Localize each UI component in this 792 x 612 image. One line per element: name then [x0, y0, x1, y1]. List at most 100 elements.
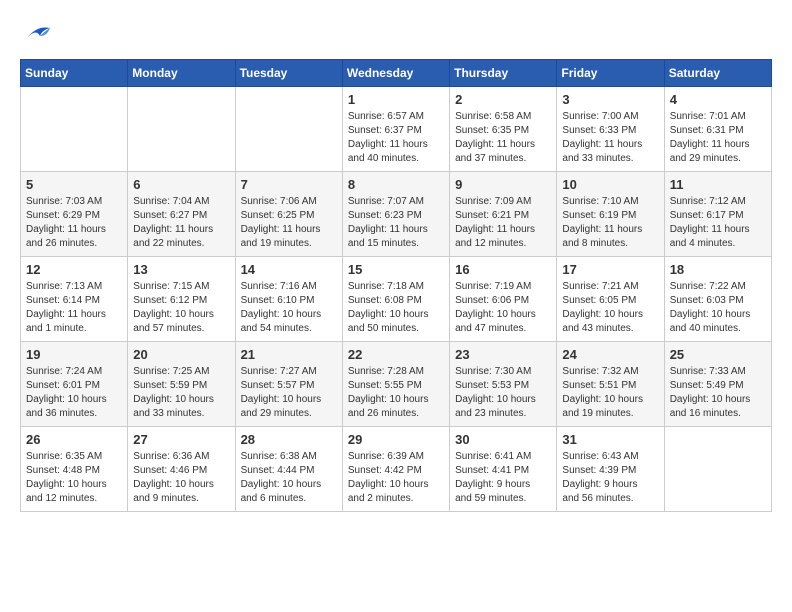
day-number: 9: [455, 177, 551, 192]
day-info: Sunrise: 6:41 AM Sunset: 4:41 PM Dayligh…: [455, 450, 551, 506]
calendar-header-row: SundayMondayTuesdayWednesdayThursdayFrid…: [21, 60, 772, 87]
calendar-week-row: 1Sunrise: 6:57 AM Sunset: 6:37 PM Daylig…: [21, 87, 772, 172]
calendar-cell: 27Sunrise: 6:36 AM Sunset: 4:46 PM Dayli…: [128, 427, 235, 512]
day-info: Sunrise: 7:09 AM Sunset: 6:21 PM Dayligh…: [455, 195, 551, 251]
day-info: Sunrise: 6:39 AM Sunset: 4:42 PM Dayligh…: [348, 450, 444, 506]
weekday-header: Wednesday: [342, 60, 449, 87]
day-info: Sunrise: 7:24 AM Sunset: 6:01 PM Dayligh…: [26, 365, 122, 421]
day-info: Sunrise: 6:58 AM Sunset: 6:35 PM Dayligh…: [455, 110, 551, 166]
day-number: 26: [26, 432, 122, 447]
calendar-cell: 3 Sunrise: 7:00 AM Sunset: 6:33 PM Daylig…: [557, 87, 664, 172]
day-info: Sunrise: 7:19 AM Sunset: 6:06 PM Dayligh…: [455, 280, 551, 336]
weekday-header: Monday: [128, 60, 235, 87]
day-info: Sunrise: 7:28 AM Sunset: 5:55 PM Dayligh…: [348, 365, 444, 421]
calendar-cell: [21, 87, 128, 172]
calendar-table: SundayMondayTuesdayWednesdayThursdayFrid…: [20, 59, 772, 512]
calendar-week-row: 19 Sunrise: 7:24 AM Sunset: 6:01 PM Dayli…: [21, 342, 772, 427]
day-info: Sunrise: 7:06 AM Sunset: 6:25 PM Dayligh…: [241, 195, 337, 251]
day-number: 16: [455, 262, 551, 277]
calendar-cell: 23 Sunrise: 7:30 AM Sunset: 5:53 PM Dayli…: [450, 342, 557, 427]
calendar-cell: 18Sunrise: 7:22 AM Sunset: 6:03 PM Dayli…: [664, 257, 771, 342]
day-number: 13: [133, 262, 229, 277]
calendar-cell: [664, 427, 771, 512]
header: [20, 20, 772, 49]
calendar-cell: 24 Sunrise: 7:32 AM Sunset: 5:51 PM Dayli…: [557, 342, 664, 427]
weekday-header: Sunday: [21, 60, 128, 87]
day-number: 19: [26, 347, 122, 362]
day-number: 29: [348, 432, 444, 447]
day-info: Sunrise: 6:35 AM Sunset: 4:48 PM Dayligh…: [26, 450, 122, 506]
calendar-cell: 8 Sunrise: 7:07 AM Sunset: 6:23 PM Daylig…: [342, 172, 449, 257]
day-info: Sunrise: 7:32 AM Sunset: 5:51 PM Dayligh…: [562, 365, 658, 421]
day-number: 15: [348, 262, 444, 277]
day-number: 5: [26, 177, 122, 192]
day-number: 7: [241, 177, 337, 192]
calendar-cell: 29 Sunrise: 6:39 AM Sunset: 4:42 PM Dayli…: [342, 427, 449, 512]
day-number: 4: [670, 92, 766, 107]
calendar-week-row: 5 Sunrise: 7:03 AM Sunset: 6:29 PM Daylig…: [21, 172, 772, 257]
logo-bird-icon: [22, 20, 52, 44]
calendar-cell: 30Sunrise: 6:41 AM Sunset: 4:41 PM Dayli…: [450, 427, 557, 512]
weekday-header: Tuesday: [235, 60, 342, 87]
day-number: 25: [670, 347, 766, 362]
day-number: 6: [133, 177, 229, 192]
calendar-cell: 26 Sunrise: 6:35 AM Sunset: 4:48 PM Dayli…: [21, 427, 128, 512]
day-info: Sunrise: 7:15 AM Sunset: 6:12 PM Dayligh…: [133, 280, 229, 336]
day-number: 12: [26, 262, 122, 277]
calendar-cell: 15 Sunrise: 7:18 AM Sunset: 6:08 PM Dayli…: [342, 257, 449, 342]
calendar-cell: 22 Sunrise: 7:28 AM Sunset: 5:55 PM Dayli…: [342, 342, 449, 427]
day-info: Sunrise: 7:10 AM Sunset: 6:19 PM Dayligh…: [562, 195, 658, 251]
day-info: Sunrise: 7:22 AM Sunset: 6:03 PM Dayligh…: [670, 280, 766, 336]
day-info: Sunrise: 7:18 AM Sunset: 6:08 PM Dayligh…: [348, 280, 444, 336]
day-number: 24: [562, 347, 658, 362]
day-info: Sunrise: 6:57 AM Sunset: 6:37 PM Dayligh…: [348, 110, 444, 166]
day-number: 3: [562, 92, 658, 107]
calendar-week-row: 12 Sunrise: 7:13 AM Sunset: 6:14 PM Dayli…: [21, 257, 772, 342]
calendar-cell: 11 Sunrise: 7:12 AM Sunset: 6:17 PM Dayli…: [664, 172, 771, 257]
calendar-cell: [235, 87, 342, 172]
day-info: Sunrise: 7:25 AM Sunset: 5:59 PM Dayligh…: [133, 365, 229, 421]
day-info: Sunrise: 7:27 AM Sunset: 5:57 PM Dayligh…: [241, 365, 337, 421]
calendar-cell: 19 Sunrise: 7:24 AM Sunset: 6:01 PM Dayli…: [21, 342, 128, 427]
logo-text: [20, 20, 52, 49]
day-info: Sunrise: 7:03 AM Sunset: 6:29 PM Dayligh…: [26, 195, 122, 251]
day-info: Sunrise: 7:12 AM Sunset: 6:17 PM Dayligh…: [670, 195, 766, 251]
weekday-header: Thursday: [450, 60, 557, 87]
day-info: Sunrise: 7:33 AM Sunset: 5:49 PM Dayligh…: [670, 365, 766, 421]
day-info: Sunrise: 6:36 AM Sunset: 4:46 PM Dayligh…: [133, 450, 229, 506]
day-number: 23: [455, 347, 551, 362]
calendar-cell: 12 Sunrise: 7:13 AM Sunset: 6:14 PM Dayli…: [21, 257, 128, 342]
weekday-header: Saturday: [664, 60, 771, 87]
day-info: Sunrise: 7:30 AM Sunset: 5:53 PM Dayligh…: [455, 365, 551, 421]
calendar-cell: [128, 87, 235, 172]
day-number: 22: [348, 347, 444, 362]
day-number: 28: [241, 432, 337, 447]
day-info: Sunrise: 7:13 AM Sunset: 6:14 PM Dayligh…: [26, 280, 122, 336]
calendar-cell: 28 Sunrise: 6:38 AM Sunset: 4:44 PM Dayli…: [235, 427, 342, 512]
weekday-header: Friday: [557, 60, 664, 87]
day-number: 21: [241, 347, 337, 362]
day-number: 31: [562, 432, 658, 447]
day-number: 14: [241, 262, 337, 277]
day-info: Sunrise: 7:07 AM Sunset: 6:23 PM Dayligh…: [348, 195, 444, 251]
calendar-cell: 17 Sunrise: 7:21 AM Sunset: 6:05 PM Dayli…: [557, 257, 664, 342]
day-number: 8: [348, 177, 444, 192]
calendar-cell: 7 Sunrise: 7:06 AM Sunset: 6:25 PM Daylig…: [235, 172, 342, 257]
day-info: Sunrise: 7:00 AM Sunset: 6:33 PM Dayligh…: [562, 110, 658, 166]
day-info: Sunrise: 7:01 AM Sunset: 6:31 PM Dayligh…: [670, 110, 766, 166]
calendar-cell: 2Sunrise: 6:58 AM Sunset: 6:35 PM Daylig…: [450, 87, 557, 172]
calendar-cell: 21 Sunrise: 7:27 AM Sunset: 5:57 PM Dayli…: [235, 342, 342, 427]
calendar-cell: 1Sunrise: 6:57 AM Sunset: 6:37 PM Daylig…: [342, 87, 449, 172]
logo: [20, 20, 52, 49]
day-number: 17: [562, 262, 658, 277]
calendar-cell: 4 Sunrise: 7:01 AM Sunset: 6:31 PM Daylig…: [664, 87, 771, 172]
calendar-cell: 5 Sunrise: 7:03 AM Sunset: 6:29 PM Daylig…: [21, 172, 128, 257]
calendar-cell: 20 Sunrise: 7:25 AM Sunset: 5:59 PM Dayli…: [128, 342, 235, 427]
day-info: Sunrise: 6:38 AM Sunset: 4:44 PM Dayligh…: [241, 450, 337, 506]
day-number: 11: [670, 177, 766, 192]
day-info: Sunrise: 7:21 AM Sunset: 6:05 PM Dayligh…: [562, 280, 658, 336]
calendar-cell: 16 Sunrise: 7:19 AM Sunset: 6:06 PM Dayli…: [450, 257, 557, 342]
day-number: 20: [133, 347, 229, 362]
calendar-cell: 14 Sunrise: 7:16 AM Sunset: 6:10 PM Dayli…: [235, 257, 342, 342]
day-info: Sunrise: 7:16 AM Sunset: 6:10 PM Dayligh…: [241, 280, 337, 336]
